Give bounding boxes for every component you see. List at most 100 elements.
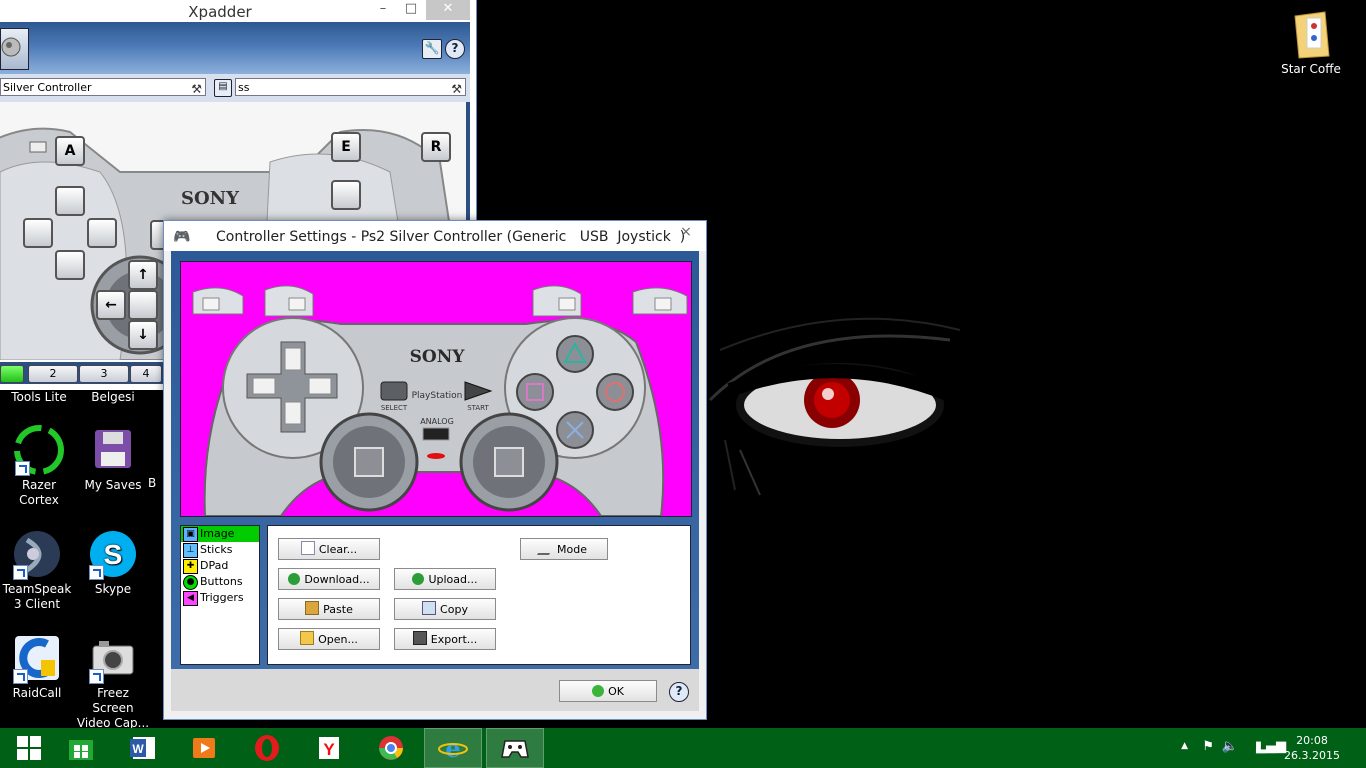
- copy-button-label: Copy: [440, 603, 468, 616]
- maximize-button[interactable]: □: [398, 0, 424, 20]
- paste-button[interactable]: Paste: [278, 598, 380, 620]
- taskbar-word[interactable]: W: [114, 728, 172, 768]
- dpad-left-slot[interactable]: [23, 218, 53, 248]
- image-icon: ▣: [183, 527, 198, 542]
- taskbar-media-player[interactable]: [175, 728, 233, 768]
- start-text: START: [467, 404, 489, 412]
- minimize-button[interactable]: –: [372, 0, 394, 20]
- taskbar-chrome[interactable]: [362, 728, 420, 768]
- controller-settings-dialog: 🎮 Controller Settings - Ps2 Silver Contr…: [163, 220, 707, 720]
- desktop-icon-partial[interactable]: B: [148, 476, 160, 491]
- shortcut-arrow-icon: [13, 669, 28, 684]
- desktop-icon-label: Skype: [94, 582, 132, 596]
- desktop-icon-label: Tools Lite: [11, 390, 67, 404]
- controller-combo[interactable]: Silver Controller ⚒: [0, 78, 206, 96]
- dpad-up-slot[interactable]: [55, 186, 85, 216]
- analog-text: ANALOG: [420, 417, 454, 426]
- category-dpad[interactable]: ✚ DPad: [181, 558, 259, 574]
- category-list: ▣ Image ⊥ Sticks ✚ DPad ● Buttons ◀ Trig…: [180, 525, 260, 665]
- taskbar-opera[interactable]: [238, 728, 296, 768]
- copy-button[interactable]: Copy: [394, 598, 496, 620]
- category-buttons[interactable]: ● Buttons: [181, 574, 259, 590]
- open-button[interactable]: Open...: [278, 628, 380, 650]
- download-button[interactable]: Download...: [278, 568, 380, 590]
- category-sticks[interactable]: ⊥ Sticks: [181, 542, 259, 558]
- action-center-flag-icon[interactable]: ⚑: [1202, 739, 1214, 754]
- desktop-icon-my-saves[interactable]: My Saves: [76, 424, 150, 493]
- category-label: Sticks: [200, 543, 233, 556]
- mode-button[interactable]: Mode: [520, 538, 608, 560]
- desktop-icon-label: Razer Cortex: [19, 478, 59, 507]
- dialog-titlebar[interactable]: 🎮 Controller Settings - Ps2 Silver Contr…: [164, 221, 706, 251]
- desktop-icon-label: TeamSpeak 3 Client: [2, 582, 72, 611]
- mode-button-label: Mode: [557, 543, 587, 556]
- copy-pages-icon: [422, 601, 437, 615]
- category-image[interactable]: ▣ Image: [181, 526, 259, 542]
- profile-combo[interactable]: ss ⚒: [235, 78, 466, 96]
- desktop-icon-freez-screen[interactable]: Freez Screen Video Cap...: [76, 632, 150, 731]
- export-button[interactable]: Export...: [394, 628, 496, 650]
- mapped-button-r[interactable]: R: [421, 132, 451, 162]
- clock[interactable]: 20:08 26.3.2015: [1282, 733, 1342, 763]
- mapped-button-a[interactable]: A: [55, 136, 85, 166]
- ok-button[interactable]: OK: [559, 680, 657, 702]
- camera-icon: [87, 632, 139, 684]
- stick-center-slot[interactable]: [128, 290, 158, 320]
- pen-icon: [536, 541, 558, 555]
- skype-icon: S: [87, 528, 139, 580]
- set-tab-2[interactable]: 2: [28, 365, 78, 383]
- stick-left-icon[interactable]: ←: [96, 290, 126, 320]
- face-button-top-slot[interactable]: [331, 180, 361, 210]
- category-triggers[interactable]: ◀ Triggers: [181, 590, 259, 606]
- desktop-icon-razer-cortex[interactable]: Razer Cortex: [2, 424, 76, 508]
- clear-button[interactable]: Clear...: [278, 538, 380, 560]
- dialog-close-button[interactable]: ×: [672, 224, 700, 242]
- stick-up-icon[interactable]: ↑: [128, 260, 158, 290]
- settings-wrench-icon[interactable]: 🔧: [422, 39, 442, 59]
- taskbar-yandex[interactable]: Y: [300, 728, 358, 768]
- select-text: SELECT: [381, 404, 408, 412]
- taskbar-xpadder[interactable]: [486, 728, 544, 768]
- mapped-button-e[interactable]: E: [331, 132, 361, 162]
- profile-list-icon[interactable]: ▤: [214, 79, 232, 97]
- desktop-icon-raidcall[interactable]: RaidCall: [0, 632, 74, 701]
- taskbar-store[interactable]: [52, 728, 110, 768]
- profile-wrench-icon[interactable]: ⚒: [451, 80, 462, 98]
- taskbar-internet-explorer[interactable]: e: [424, 728, 482, 768]
- razer-cortex-icon: [13, 424, 65, 476]
- help-icon[interactable]: ?: [445, 39, 465, 59]
- desktop-icon-teamspeak[interactable]: TeamSpeak 3 Client: [0, 528, 74, 612]
- start-button[interactable]: [0, 728, 58, 768]
- set-tab-1[interactable]: [0, 365, 24, 383]
- globe-download-icon: [288, 573, 301, 585]
- download-button-label: Download...: [304, 573, 370, 586]
- desktop-icon-tools-lite[interactable]: Tools Lite: [2, 390, 76, 405]
- dpad-right-slot[interactable]: [87, 218, 117, 248]
- clear-button-label: Clear...: [318, 543, 358, 556]
- taskbar: W Y e ▲ ⚑ 🔈 ▮ ▂▄▆ 20:08 26.3.2015: [0, 728, 1366, 768]
- desktop-icon-label: RaidCall: [12, 686, 62, 700]
- stick-down-icon[interactable]: ↓: [128, 320, 158, 350]
- svg-text:Y: Y: [323, 740, 335, 759]
- dialog-help-icon[interactable]: ?: [669, 682, 689, 702]
- upload-button[interactable]: Upload...: [394, 568, 496, 590]
- set-tab-4[interactable]: 4: [130, 365, 162, 383]
- dialog-brand-text: SONY: [410, 347, 466, 367]
- volume-icon[interactable]: 🔈: [1222, 739, 1238, 754]
- set-tab-3[interactable]: 3: [79, 365, 129, 383]
- close-button[interactable]: ✕: [426, 0, 470, 20]
- desktop-icon-belgesi[interactable]: Belgesi: [76, 390, 150, 405]
- xpadder-titlebar[interactable]: Xpadder – □ ✕: [0, 0, 476, 22]
- desktop-icon-skype[interactable]: S Skype: [76, 528, 150, 597]
- controller-select-icon[interactable]: [0, 28, 29, 70]
- svg-text:e: e: [445, 734, 460, 762]
- dpad-down-slot[interactable]: [55, 250, 85, 280]
- media-player-icon: [193, 738, 215, 758]
- gamepad-icon: 🎮: [173, 229, 191, 245]
- desktop-icon-star-coffe[interactable]: Star Coffe: [1274, 8, 1348, 77]
- svg-text:S: S: [104, 539, 123, 570]
- tray-expand-icon[interactable]: ▲: [1181, 741, 1188, 751]
- controller-wrench-icon[interactable]: ⚒: [191, 80, 202, 98]
- desktop-icon-label: My Saves: [84, 478, 142, 492]
- teamspeak-icon: [11, 528, 63, 580]
